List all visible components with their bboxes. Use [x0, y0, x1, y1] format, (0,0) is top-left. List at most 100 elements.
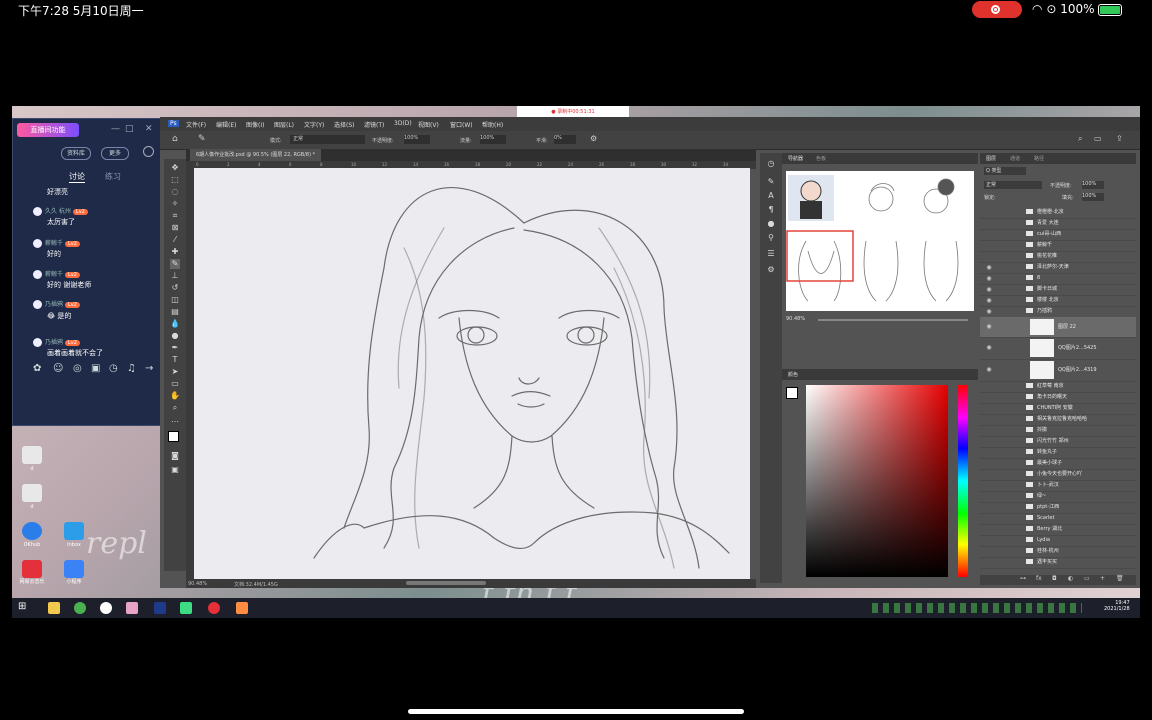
- fx-icon[interactable]: fx: [1036, 575, 1042, 582]
- color-field[interactable]: [806, 385, 948, 577]
- workspace-icon[interactable]: ▭: [1094, 134, 1102, 143]
- share-icon[interactable]: ⇪: [1116, 134, 1123, 143]
- reward-icon[interactable]: ◎: [73, 363, 82, 374]
- windows-start-icon[interactable]: ⊞: [18, 601, 26, 612]
- document-tab[interactable]: 6期人像作业批改.psd @ 90.5% (图层 22, RGB/8) *: [190, 149, 322, 161]
- flow-input[interactable]: 100%: [480, 135, 506, 144]
- move-tool-icon[interactable]: ✥: [170, 163, 180, 173]
- tool-preset-icon[interactable]: ⚲: [766, 233, 776, 243]
- menu-help[interactable]: 帮助(H): [482, 120, 503, 129]
- rectangle-tool-icon[interactable]: ▭: [170, 379, 180, 389]
- taskbar-clock[interactable]: 19:47 2021/1/28: [1104, 600, 1130, 612]
- chrome-icon[interactable]: [74, 602, 86, 614]
- visibility-eye-icon[interactable]: ◉: [985, 295, 993, 306]
- eyedropper-tool-icon[interactable]: ⁄: [170, 235, 180, 245]
- file-explorer-icon[interactable]: [48, 602, 60, 614]
- tab-color[interactable]: 颜色: [788, 371, 798, 378]
- layer-kind-filter[interactable]: Q 类型: [984, 167, 1026, 175]
- more-tools-icon[interactable]: ⋯: [170, 417, 180, 427]
- quick-mask-icon[interactable]: ◙: [170, 451, 180, 461]
- zoom-level[interactable]: 90.48%: [188, 581, 207, 587]
- blend-mode-select[interactable]: 正常: [984, 181, 1042, 189]
- tab-channels[interactable]: 通道: [1010, 155, 1020, 162]
- menu-file[interactable]: 文件(F): [186, 120, 206, 129]
- horizontal-scrollbar[interactable]: [406, 581, 486, 585]
- foreground-color-swatch[interactable]: [168, 431, 179, 442]
- ipad-home-indicator[interactable]: [408, 709, 744, 714]
- hue-slider[interactable]: [958, 385, 968, 577]
- system-tray-icons[interactable]: [872, 603, 1082, 613]
- app-icon-3[interactable]: [180, 602, 192, 614]
- menu-view[interactable]: 视图(V): [418, 120, 439, 129]
- brush-preset-icon[interactable]: ✎: [198, 134, 206, 144]
- menu-window[interactable]: 窗口(W): [450, 120, 473, 129]
- tab-practice[interactable]: 练习: [105, 171, 121, 182]
- tab-swatches[interactable]: 色板: [816, 155, 826, 162]
- character-panel-icon[interactable]: A: [766, 191, 776, 201]
- send-icon[interactable]: →: [145, 363, 153, 374]
- navigator-zoom[interactable]: 90.48%: [786, 316, 805, 322]
- tab-layers[interactable]: 图层: [986, 155, 996, 162]
- frame-tool-icon[interactable]: ⊠: [170, 223, 180, 233]
- netease-music-icon[interactable]: [22, 560, 42, 578]
- smooth-input[interactable]: 0%: [554, 135, 576, 144]
- stamp-tool-icon[interactable]: ⊥: [170, 271, 180, 281]
- opacity-input[interactable]: 100%: [404, 135, 430, 144]
- zoom-tool-icon[interactable]: ⌕: [170, 403, 180, 413]
- paragraph-panel-icon[interactable]: ¶: [766, 205, 776, 215]
- layer-row[interactable]: ◉ QQ图片2...5425: [980, 337, 1136, 360]
- flower-icon[interactable]: ✿: [33, 363, 41, 374]
- marquee-tool-icon[interactable]: ⬚: [170, 175, 180, 185]
- layer-opacity-input[interactable]: 100%: [1082, 181, 1104, 189]
- history-brush-icon[interactable]: ↺: [170, 283, 180, 293]
- visibility-eye-icon[interactable]: ◉: [985, 284, 993, 295]
- layer-row[interactable]: ◉ 图层 22: [980, 317, 1136, 338]
- gradient-tool-icon[interactable]: ▤: [170, 307, 180, 317]
- properties-panel-icon[interactable]: ⚙: [766, 265, 776, 275]
- visibility-eye-icon[interactable]: ◉: [985, 317, 993, 337]
- image-icon[interactable]: ▣: [91, 363, 100, 374]
- adjustment-icon[interactable]: ◐: [1068, 575, 1073, 582]
- hand-tool-icon[interactable]: ✋: [170, 391, 180, 401]
- search-icon[interactable]: ⌕: [1078, 134, 1082, 144]
- menu-edit[interactable]: 编辑(E): [216, 120, 236, 129]
- menu-3d[interactable]: 3D(D): [394, 120, 412, 127]
- minimize-button[interactable]: —: [111, 124, 120, 134]
- pen-tool-icon[interactable]: ✒: [170, 343, 180, 353]
- new-group-icon[interactable]: ▭: [1084, 575, 1090, 582]
- settings-icon[interactable]: [143, 146, 154, 157]
- quick-select-tool-icon[interactable]: ✧: [170, 199, 180, 209]
- close-button[interactable]: ✕: [145, 124, 153, 134]
- mask-icon[interactable]: ◘: [1052, 575, 1057, 582]
- visibility-eye-icon[interactable]: ◉: [985, 337, 993, 359]
- visibility-eye-icon[interactable]: ◉: [985, 262, 993, 273]
- mode-select[interactable]: 正常: [290, 135, 365, 144]
- bell-icon[interactable]: ♫: [127, 363, 136, 374]
- drawing-canvas[interactable]: [194, 168, 750, 580]
- menu-layer[interactable]: 图层(L): [274, 120, 294, 129]
- visibility-eye-icon[interactable]: ◉: [985, 306, 993, 317]
- history-panel-icon[interactable]: ◷: [766, 159, 776, 169]
- lasso-tool-icon[interactable]: ◌: [170, 187, 180, 197]
- app-icon-4[interactable]: [236, 602, 248, 614]
- healing-tool-icon[interactable]: ✚: [170, 247, 180, 257]
- brush-tool-icon[interactable]: ✎: [170, 259, 180, 269]
- menu-image[interactable]: 图像(I): [246, 120, 264, 129]
- blur-tool-icon[interactable]: 💧: [170, 319, 180, 329]
- desktop-icon[interactable]: [22, 484, 42, 502]
- link-icon[interactable]: ⊶: [1020, 575, 1026, 582]
- visibility-eye-icon[interactable]: ◉: [985, 359, 993, 381]
- tab-paths[interactable]: 路径: [1034, 155, 1044, 162]
- glyph-panel-icon[interactable]: ●: [766, 219, 776, 229]
- app-icon-1[interactable]: [100, 602, 112, 614]
- navigator-zoom-slider[interactable]: [818, 319, 968, 321]
- inbox-app-icon[interactable]: [64, 522, 84, 540]
- netease-taskbar-icon[interactable]: [208, 602, 220, 614]
- eraser-tool-icon[interactable]: ◫: [170, 295, 180, 305]
- path-select-icon[interactable]: ➤: [170, 367, 180, 377]
- desktop-icon[interactable]: [22, 446, 42, 464]
- library-button[interactable]: 资料库: [61, 147, 91, 160]
- navigator-preview[interactable]: [786, 171, 974, 311]
- trash-icon[interactable]: 🗑: [1116, 575, 1124, 582]
- tab-navigator[interactable]: 导航器: [788, 155, 803, 162]
